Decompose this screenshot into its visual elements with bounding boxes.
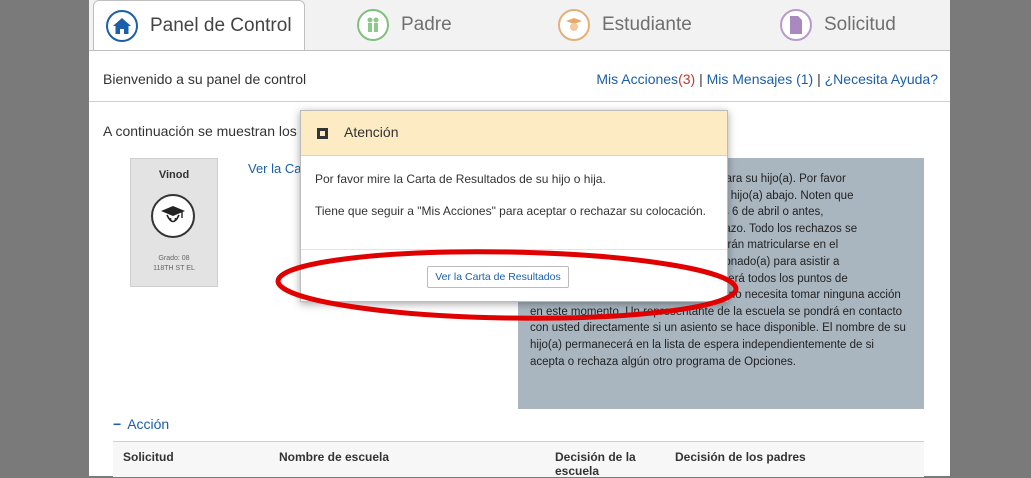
annotation-ellipse: [275, 249, 739, 321]
